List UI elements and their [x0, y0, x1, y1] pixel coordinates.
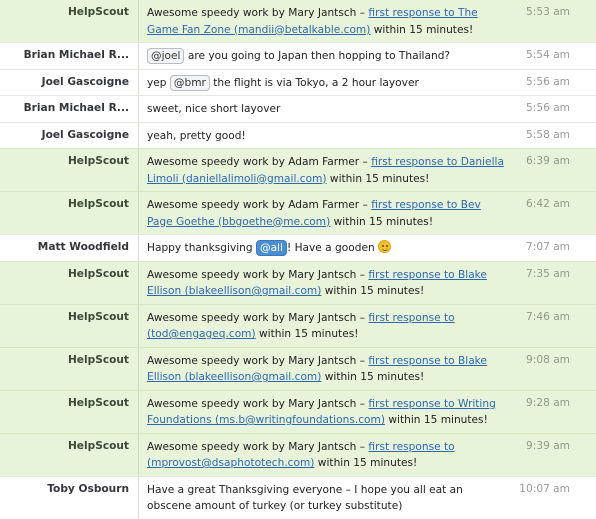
- message-body: Awesome speedy work by Mary Jantsch – fi…: [139, 0, 514, 42]
- message-text: within 15 minutes!: [330, 215, 434, 228]
- message-author[interactable]: HelpScout: [0, 390, 139, 433]
- message-text: Awesome speedy work by Mary Jantsch –: [147, 311, 369, 324]
- message-text: Have a great Thanksgiving everyone – I h…: [147, 483, 463, 513]
- message-timestamp[interactable]: 7:46 am: [514, 305, 596, 347]
- message-text: Awesome speedy work by Adam Farmer –: [147, 199, 372, 211]
- message-row: Matt Woodfield Happy thanksgiving @all! …: [0, 234, 596, 261]
- mention-badge[interactable]: @bmr: [169, 74, 210, 91]
- message-row: HelpScout Awesome speedy work by Mary Ja…: [0, 260, 596, 304]
- message-author[interactable]: HelpScout: [0, 149, 139, 191]
- message-text: within 15 minutes!: [326, 172, 430, 185]
- message-text: Awesome speedy work by Mary Jantsch –: [147, 268, 369, 281]
- message-text: Awesome speedy work by Mary Jantsch –: [147, 7, 369, 19]
- mention-badge[interactable]: @all: [255, 240, 287, 256]
- message-body: yeah, pretty good!: [139, 123, 514, 149]
- message-body: Awesome speedy work by Mary Jantsch – fi…: [139, 391, 514, 433]
- message-text: sweet, nice short layover: [147, 103, 281, 115]
- message-timestamp[interactable]: 7:35 am: [514, 262, 596, 304]
- message-timestamp[interactable]: 5:54 am: [514, 43, 596, 69]
- message-body: yep @bmr the flight is via Tokyo, a 2 ho…: [139, 70, 514, 96]
- message-author[interactable]: HelpScout: [0, 0, 139, 42]
- message-timestamp[interactable]: 9:28 am: [514, 391, 596, 433]
- message-row: HelpScout Awesome speedy work by Mary Ja…: [0, 389, 596, 433]
- message-text: Happy thanksgiving: [147, 242, 256, 254]
- message-text: within 15 minutes!: [370, 23, 474, 36]
- message-text: the flight is via Tokyo, a 2 hour layove…: [209, 76, 419, 89]
- message-body: Awesome speedy work by Mary Jantsch – fi…: [139, 348, 514, 390]
- message-timestamp[interactable]: 9:39 am: [514, 434, 596, 476]
- message-row: HelpScout Awesome speedy work by Mary Ja…: [0, 346, 596, 390]
- message-text: within 15 minutes!: [255, 328, 359, 340]
- message-timestamp[interactable]: 5:56 am: [514, 70, 596, 96]
- message-body: Happy thanksgiving @all! Have a gooden: [139, 235, 514, 261]
- message-timestamp[interactable]: 5:53 am: [514, 0, 596, 42]
- message-timestamp[interactable]: 7:07 am: [514, 235, 596, 261]
- message-body: Awesome speedy work by Mary Jantsch – fi…: [139, 434, 514, 476]
- message-text: ! Have a gooden: [286, 242, 379, 254]
- message-author[interactable]: Matt Woodfield: [0, 235, 139, 261]
- message-body: Awesome speedy work by Mary Jantsch – fi…: [139, 305, 514, 347]
- message-row: Joel Gascoigne yeah, pretty good! 5:58 a…: [0, 121, 596, 149]
- message-timestamp[interactable]: 5:58 am: [514, 123, 596, 149]
- message-text: Awesome speedy work by Mary Jantsch –: [147, 397, 369, 410]
- message-body: Have a great Thanksgiving everyone – I h…: [139, 477, 514, 519]
- message-body: @joel are you going to Japan then hoppin…: [139, 43, 514, 69]
- message-text: Awesome speedy work by Mary Jantsch –: [147, 440, 369, 453]
- message-timestamp[interactable]: 10:07 am: [514, 477, 596, 519]
- message-text: within 15 minutes!: [321, 371, 425, 383]
- message-author[interactable]: Brian Michael R...: [0, 96, 139, 122]
- message-author[interactable]: Joel Gascoigne: [0, 122, 139, 148]
- mention-badge[interactable]: @joel: [147, 48, 185, 64]
- message-body: Awesome speedy work by Mary Jantsch – fi…: [139, 262, 514, 304]
- message-body: sweet, nice short layover: [139, 96, 514, 122]
- message-author[interactable]: Joel Gascoigne: [0, 69, 139, 95]
- message-timestamp[interactable]: 9:08 am: [514, 348, 596, 390]
- message-timestamp[interactable]: 5:56 am: [514, 96, 596, 122]
- message-row: Brian Michael R... @joel are you going t…: [0, 42, 596, 69]
- message-text: within 15 minutes!: [321, 285, 425, 297]
- message-timestamp[interactable]: 6:42 am: [514, 192, 596, 234]
- message-row: Joel Gascoigne yep @bmr the flight is vi…: [0, 68, 596, 96]
- message-text: within 15 minutes!: [384, 414, 488, 426]
- message-text: Awesome speedy work by Adam Farmer –: [147, 156, 372, 168]
- message-text: are you going to Japan then hopping to T…: [184, 50, 451, 62]
- message-row: HelpScout Awesome speedy work by Mary Ja…: [0, 303, 596, 347]
- message-text: within 15 minutes!: [314, 457, 418, 469]
- message-author[interactable]: HelpScout: [0, 433, 139, 476]
- message-row: Toby Osbourn Have a great Thanksgiving e…: [0, 475, 596, 519]
- message-text: yep: [147, 76, 170, 89]
- message-row: HelpScout Awesome speedy work by Adam Fa…: [0, 148, 596, 191]
- message-text: Awesome speedy work by Mary Jantsch –: [147, 354, 369, 367]
- message-author[interactable]: Brian Michael R...: [0, 43, 139, 69]
- message-author[interactable]: HelpScout: [0, 304, 139, 347]
- smiley-emoji-icon: [378, 240, 392, 253]
- message-author[interactable]: HelpScout: [0, 347, 139, 390]
- chat-transcript: HelpScout Awesome speedy work by Mary Ja…: [0, 0, 596, 519]
- message-body: Awesome speedy work by Adam Farmer – fir…: [139, 149, 514, 191]
- message-row: Brian Michael R... sweet, nice short lay…: [0, 95, 596, 122]
- message-author[interactable]: HelpScout: [0, 261, 139, 304]
- message-text: yeah, pretty good!: [147, 129, 246, 142]
- message-timestamp[interactable]: 6:39 am: [514, 149, 596, 191]
- message-author[interactable]: Toby Osbourn: [0, 476, 139, 519]
- message-row: HelpScout Awesome speedy work by Adam Fa…: [0, 191, 596, 234]
- message-body: Awesome speedy work by Adam Farmer – fir…: [139, 192, 514, 234]
- message-row: HelpScout Awesome speedy work by Mary Ja…: [0, 0, 596, 42]
- message-row: HelpScout Awesome speedy work by Mary Ja…: [0, 432, 596, 476]
- message-author[interactable]: HelpScout: [0, 192, 139, 234]
